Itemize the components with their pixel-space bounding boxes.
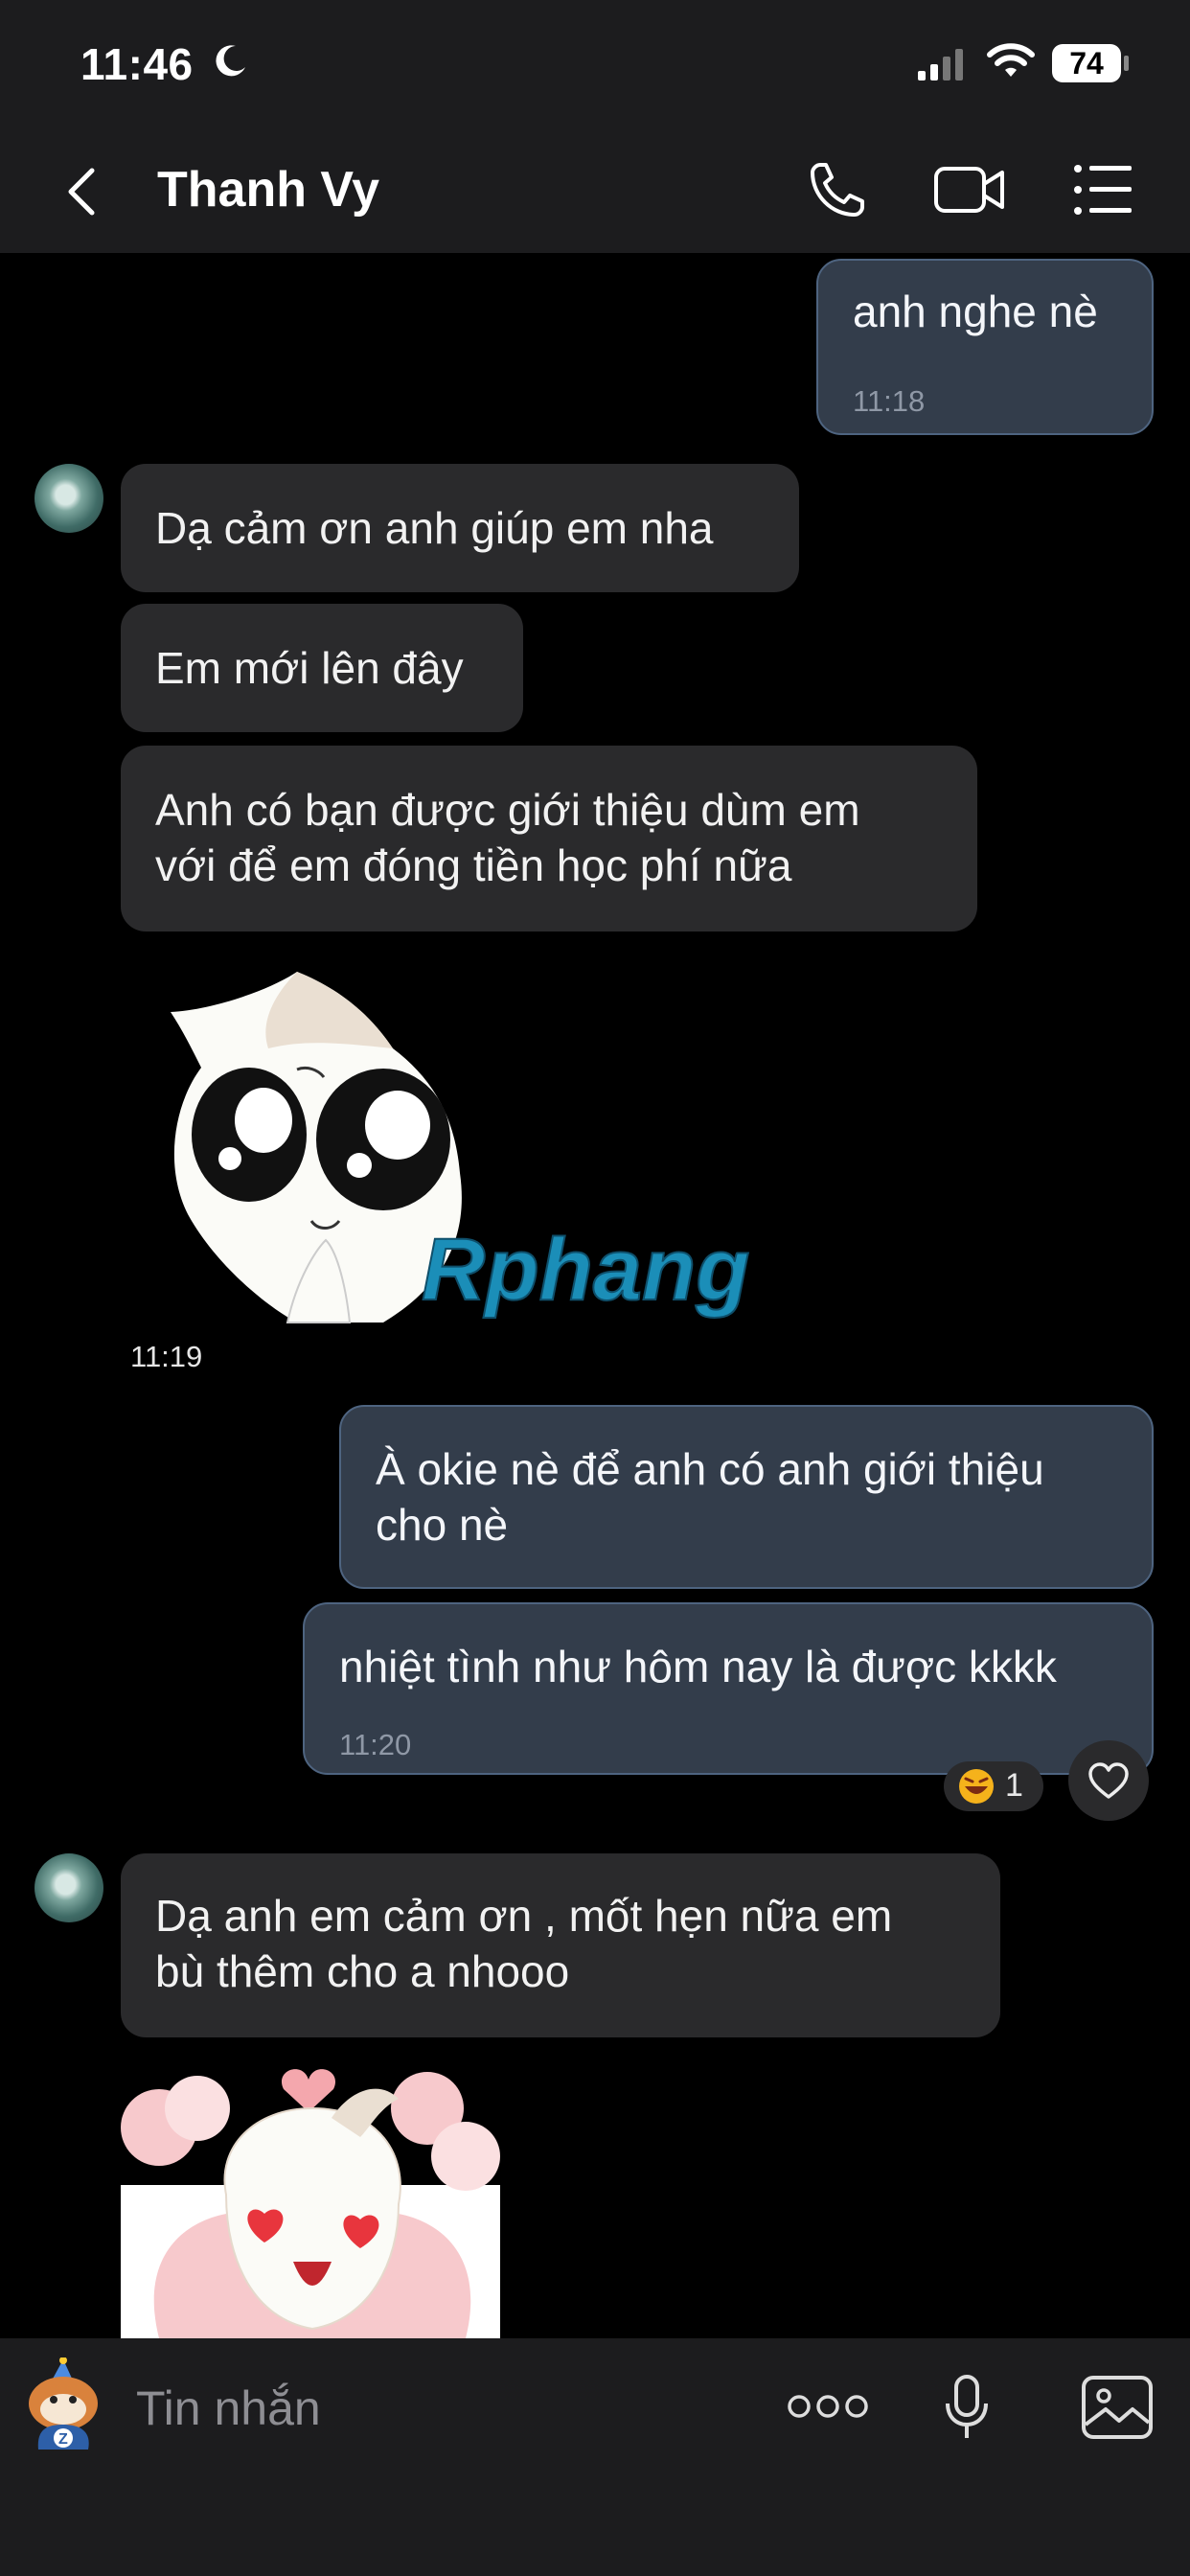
- more-options-icon[interactable]: [788, 2392, 868, 2421]
- contact-name[interactable]: Thanh Vy: [157, 161, 379, 218]
- message-time: 11:19: [130, 1340, 203, 1373]
- react-button[interactable]: [1068, 1740, 1149, 1821]
- message-text: Em mới lên đây: [155, 643, 464, 693]
- message-bubble-incoming[interactable]: Em mới lên đây: [121, 604, 523, 732]
- message-text: anh nghe nè: [853, 287, 1098, 336]
- sticker-watermark: Rphang: [422, 1221, 749, 1319]
- microphone-icon[interactable]: [943, 2373, 991, 2442]
- moon-icon: [216, 45, 245, 77]
- message-text-line-1: À okie nè để anh có anh giới thiệu: [376, 1444, 1044, 1494]
- sticker-heart-eyes-character[interactable]: [121, 2051, 500, 2338]
- message-bubble-outgoing[interactable]: anh nghe nè 11:18: [816, 259, 1154, 435]
- message-text-line-2: bù thêm cho a nhooo: [155, 1946, 570, 1996]
- wifi-icon: [987, 43, 1035, 77]
- sticker-praying-character[interactable]: Rphang: [153, 953, 786, 1336]
- message-bubble-outgoing[interactable]: À okie nè để anh có anh giới thiệu cho n…: [339, 1405, 1154, 1589]
- bottom-bar: [0, 2338, 1190, 2576]
- phone-call-icon[interactable]: [807, 159, 868, 220]
- back-arrow-icon[interactable]: [59, 165, 107, 218]
- cellular-signal-icon: [918, 49, 963, 80]
- message-text-line-2: cho nè: [376, 1500, 509, 1550]
- message-text: Dạ cảm ơn anh giúp em nha: [155, 503, 714, 553]
- message-text: nhiệt tình như hôm nay là được kkkk: [339, 1642, 1057, 1691]
- reaction-badge[interactable]: 1: [944, 1761, 1043, 1811]
- message-text-line-2: với để em đóng tiền học phí nữa: [155, 840, 792, 890]
- battery-level: 74: [1069, 46, 1104, 80]
- status-time: 11:46: [80, 39, 194, 89]
- menu-list-icon[interactable]: [1073, 163, 1134, 217]
- message-time: 11:18: [853, 384, 926, 418]
- battery-cap: [1124, 56, 1129, 71]
- message-bubble-outgoing[interactable]: nhiệt tình như hôm nay là được kkkk 11:2…: [303, 1602, 1154, 1775]
- message-bubble-incoming[interactable]: Dạ anh em cảm ơn , mốt hẹn nữa em bù thê…: [121, 1853, 1000, 2037]
- battery-icon: 74: [1052, 44, 1121, 82]
- message-text-line-1: Anh có bạn được giới thiệu dùm em: [155, 785, 860, 835]
- message-input[interactable]: Tin nhắn: [136, 2380, 321, 2436]
- avatar[interactable]: [34, 464, 103, 533]
- video-call-icon[interactable]: [933, 161, 1006, 218]
- message-bubble-incoming[interactable]: Dạ cảm ơn anh giúp em nha: [121, 464, 799, 592]
- avatar[interactable]: [34, 1853, 103, 1922]
- message-bubble-incoming[interactable]: Anh có bạn được giới thiệu dùm em với để…: [121, 746, 977, 932]
- message-time: 11:20: [339, 1728, 412, 1761]
- reaction-count: 1: [1005, 1767, 1023, 1804]
- heart-icon: [1088, 1762, 1129, 1799]
- laughing-emoji-icon: [959, 1769, 994, 1804]
- sticker-picker-mascot-icon[interactable]: Z: [19, 2358, 111, 2457]
- svg-text:Z: Z: [58, 2431, 68, 2448]
- image-gallery-icon[interactable]: [1081, 2375, 1154, 2440]
- message-text-line-1: Dạ anh em cảm ơn , mốt hẹn nữa em: [155, 1891, 893, 1941]
